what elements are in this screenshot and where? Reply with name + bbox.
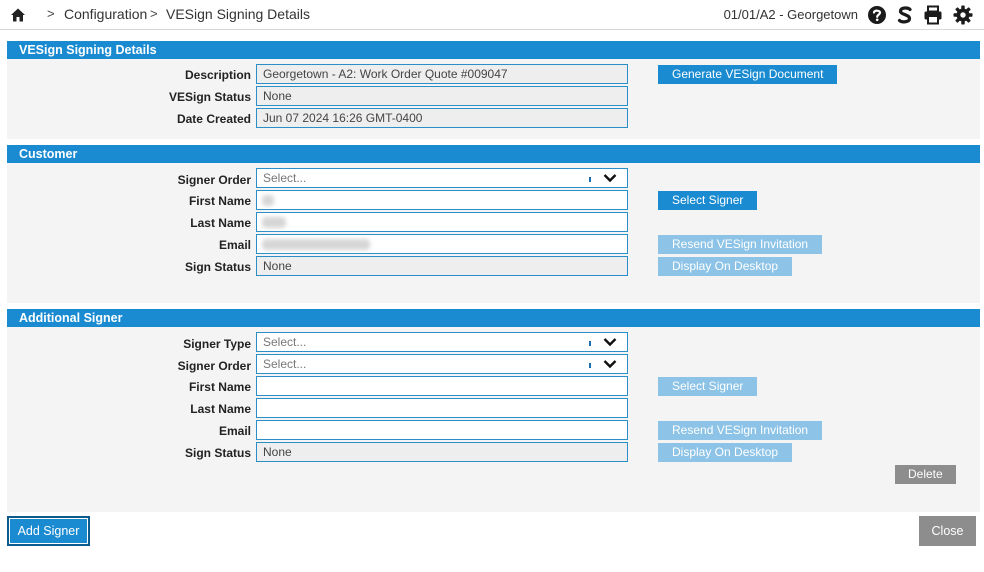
location-label[interactable]: 01/01/A2 - Georgetown (724, 7, 858, 22)
signer-order-select[interactable]: Select... (256, 354, 628, 374)
email-field[interactable] (256, 420, 628, 440)
first-name-field[interactable] (256, 190, 628, 210)
additional-signer-section: Additional Signer Signer Type Select... … (7, 309, 980, 512)
breadcrumb-current: VESign Signing Details (166, 6, 310, 22)
signing-details-section: VESign Signing Details Description Georg… (7, 41, 980, 139)
first-name-label: First Name (188, 194, 251, 208)
email-label: Email (218, 424, 251, 438)
section-header: Customer (7, 145, 980, 163)
date-created-label: Date Created (176, 112, 251, 126)
sign-status-field: None (256, 256, 628, 276)
signer-order-value: Select... (263, 357, 307, 371)
last-name-field[interactable] (256, 398, 628, 418)
signer-type-select[interactable]: Select... (256, 332, 628, 352)
home-icon[interactable] (10, 7, 26, 23)
generate-vesign-document-button[interactable]: Generate VESign Document (658, 65, 838, 84)
gear-icon[interactable] (953, 5, 973, 25)
chevron-down-icon (603, 338, 617, 347)
date-created-field: Jun 07 2024 16:26 GMT-0400 (256, 108, 628, 128)
sign-status-label: Sign Status (184, 260, 251, 274)
select-signer-button[interactable]: Select Signer (658, 377, 758, 396)
signer-type-label: Signer Type (183, 337, 251, 351)
last-name-field[interactable] (256, 212, 628, 232)
select-marker (589, 363, 591, 368)
first-name-label: First Name (188, 380, 251, 394)
section-header: VESign Signing Details (7, 41, 980, 59)
email-field[interactable] (256, 234, 628, 254)
breadcrumb-separator: > (47, 6, 55, 21)
signer-order-label: Signer Order (177, 359, 251, 373)
close-button[interactable]: Close (919, 516, 976, 546)
select-marker (589, 341, 591, 346)
vesign-status-field: None (256, 86, 628, 106)
select-marker (589, 177, 591, 182)
help-icon[interactable] (867, 5, 887, 25)
customer-section: Customer Signer Order Select... First Na… (7, 145, 980, 303)
sign-status-field: None (256, 442, 628, 462)
add-signer-button[interactable]: Add Signer (7, 516, 90, 546)
signer-order-label: Signer Order (177, 173, 251, 187)
print-icon[interactable] (923, 5, 943, 25)
sign-status-label: Sign Status (184, 446, 251, 460)
last-name-label: Last Name (190, 216, 251, 230)
select-signer-button[interactable]: Select Signer (658, 191, 758, 210)
last-name-label: Last Name (190, 402, 251, 416)
resend-invitation-button[interactable]: Resend VESign Invitation (658, 235, 823, 254)
breadcrumb-configuration[interactable]: Configuration (64, 6, 147, 22)
email-label: Email (218, 238, 251, 252)
chevron-down-icon (603, 360, 617, 369)
display-on-desktop-button[interactable]: Display On Desktop (658, 443, 793, 462)
redacted-value (262, 239, 370, 250)
top-bar: > Configuration > VESign Signing Details… (0, 0, 984, 30)
description-field: Georgetown - A2: Work Order Quote #00904… (256, 64, 628, 84)
signer-order-select[interactable]: Select... (256, 168, 628, 188)
signer-order-value: Select... (263, 171, 307, 185)
display-on-desktop-button[interactable]: Display On Desktop (658, 257, 793, 276)
chevron-down-icon (603, 174, 617, 183)
delete-button[interactable]: Delete (895, 465, 956, 484)
signer-type-value: Select... (263, 335, 307, 349)
breadcrumb-separator: > (150, 6, 158, 21)
first-name-field[interactable] (256, 376, 628, 396)
vesign-status-label: VESign Status (168, 90, 251, 104)
vesign-icon[interactable] (895, 5, 915, 25)
redacted-value (262, 195, 274, 206)
resend-invitation-button[interactable]: Resend VESign Invitation (658, 421, 823, 440)
description-label: Description (184, 68, 251, 82)
section-header: Additional Signer (7, 309, 980, 327)
redacted-value (262, 217, 286, 228)
